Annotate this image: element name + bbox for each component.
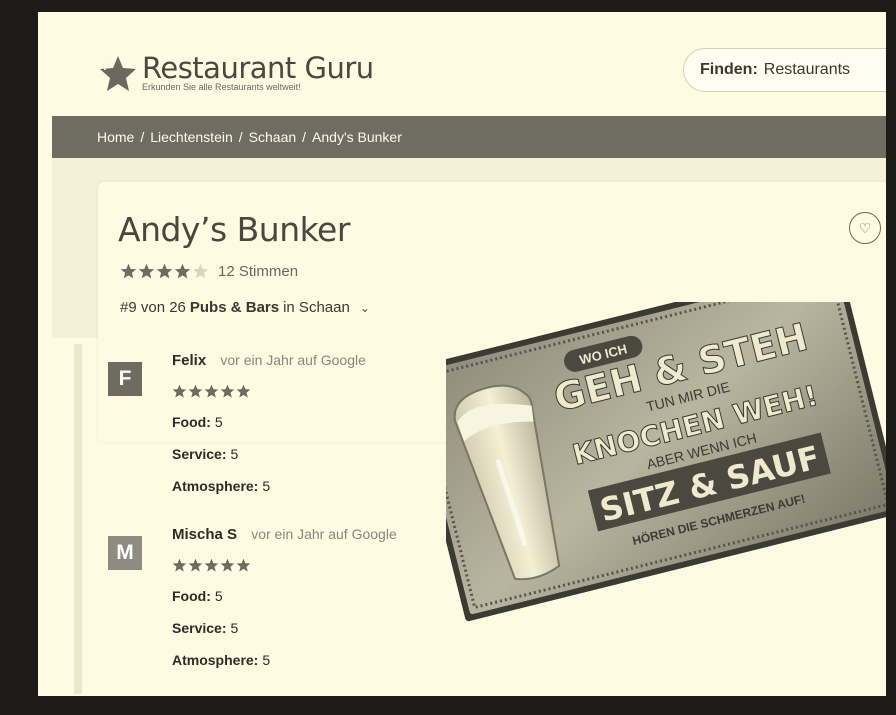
star-icon: [172, 558, 187, 572]
review-author[interactable]: Mischa S: [172, 526, 237, 543]
food-value: 5: [214, 588, 223, 604]
star-icon: [220, 558, 235, 572]
breadcrumb-separator: /: [302, 129, 307, 145]
browser-viewport: Restaurant Guru Erkunden Sie alle Restau…: [38, 12, 886, 696]
star-icon: [188, 384, 203, 398]
review-meta: vor ein Jahr auf Google: [220, 352, 366, 368]
star-icon: [236, 384, 251, 398]
votes-count: 12 Stimmen: [218, 263, 299, 280]
breadcrumb-schaan[interactable]: Schaan: [249, 129, 296, 145]
review-stars: [172, 558, 252, 573]
ranking[interactable]: #9 von 26 Pubs & Bars in Schaan ⌄: [120, 299, 370, 316]
service-value: 5: [230, 620, 239, 636]
star-icon: [192, 263, 209, 279]
star-icon: [172, 384, 187, 398]
rating-stars: [120, 263, 210, 280]
star-icon: [120, 263, 137, 279]
star-icon: [204, 384, 219, 398]
reviews-border: [74, 344, 82, 694]
review-atmosphere: Atmosphere: 5: [172, 652, 270, 668]
favorite-heart-icon[interactable]: ♡: [849, 212, 881, 244]
service-label: Service:: [172, 446, 227, 462]
rank-category: Pubs & Bars: [189, 299, 280, 316]
rank-suffix: in Schaan: [283, 299, 350, 316]
star-icon: [174, 263, 191, 279]
review-atmosphere: Atmosphere: 5: [172, 478, 270, 494]
avatar: M: [108, 536, 142, 570]
finder-value[interactable]: Restaurants: [764, 61, 850, 79]
logo-subtitle: Erkunden Sie alle Restaurants weltweit!: [142, 82, 301, 92]
search-finder[interactable]: Finden: Restaurants: [683, 48, 886, 92]
breadcrumb: Home / Liechtenstein / Schaan / Andy's B…: [52, 116, 886, 158]
sign-photo: WO ICH GEH & STEH TUN MIR DIE KNOCHEN WE…: [446, 302, 886, 696]
service-label: Service:: [172, 620, 227, 636]
atmosphere-value: 5: [262, 478, 271, 494]
review-header: Mischa S vor ein Jahr auf Google: [172, 526, 397, 543]
chevron-down-icon[interactable]: ⌄: [360, 301, 370, 315]
logo-star-fork-icon: [100, 56, 136, 91]
star-icon: [204, 558, 219, 572]
food-value: 5: [214, 414, 223, 430]
review-food: Food: 5: [172, 414, 223, 430]
food-label: Food:: [172, 588, 211, 604]
rank-prefix: #9 von 26: [120, 299, 186, 316]
logo-title: Restaurant Guru: [142, 51, 374, 85]
star-icon: [188, 558, 203, 572]
atmosphere-value: 5: [262, 652, 271, 668]
review-service: Service: 5: [172, 620, 238, 636]
atmosphere-label: Atmosphere:: [172, 652, 259, 668]
breadcrumb-home[interactable]: Home: [97, 129, 134, 145]
breadcrumb-liechtenstein[interactable]: Liechtenstein: [150, 129, 233, 145]
review-service: Service: 5: [172, 446, 238, 462]
review-stars: [172, 384, 252, 399]
breadcrumb-current[interactable]: Andy's Bunker: [312, 129, 402, 145]
breadcrumb-separator: /: [140, 129, 145, 145]
review-author[interactable]: Felix: [172, 352, 206, 369]
restaurant-name: Andy’s Bunker: [118, 210, 350, 249]
star-icon: [220, 384, 235, 398]
review-food: Food: 5: [172, 588, 223, 604]
food-label: Food:: [172, 414, 211, 430]
beer-sign-image: WO ICH GEH & STEH TUN MIR DIE KNOCHEN WE…: [446, 302, 886, 622]
atmosphere-label: Atmosphere:: [172, 478, 259, 494]
rating-summary: 12 Stimmen: [120, 263, 298, 280]
review-header: Felix vor ein Jahr auf Google: [172, 352, 366, 369]
review-meta: vor ein Jahr auf Google: [251, 526, 397, 542]
finder-label: Finden:: [700, 61, 758, 78]
star-icon: [138, 263, 155, 279]
service-value: 5: [230, 446, 239, 462]
site-logo[interactable]: Restaurant Guru Erkunden Sie alle Restau…: [96, 52, 374, 96]
star-icon: [236, 558, 251, 572]
breadcrumb-separator: /: [238, 129, 243, 145]
star-icon: [156, 263, 173, 279]
avatar: F: [108, 362, 142, 396]
